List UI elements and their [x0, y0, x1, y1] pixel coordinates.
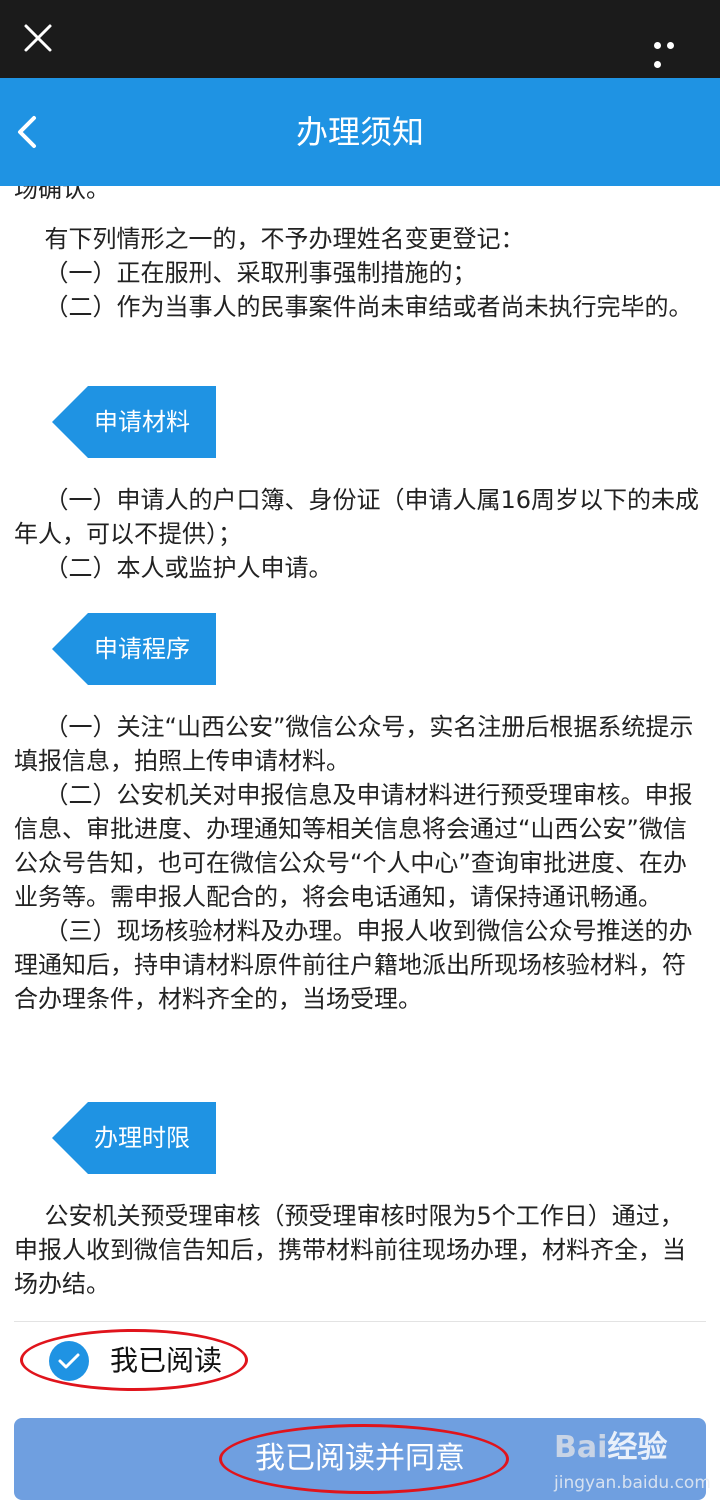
annotation-oval [219, 1424, 509, 1494]
section-tag-procedure: 申请程序 [52, 613, 216, 685]
procedure-text: （一）关注“山西公安”微信公众号，实名注册后根据系统提示填报信息，拍照上传申请材… [14, 713, 694, 1013]
clipped-text-line: 场确认。 [14, 186, 110, 203]
close-icon[interactable] [22, 22, 54, 54]
materials-text: （一）申请人的户口簿、身份证（申请人属16周岁以下的未成年人，可以不提供）； （… [14, 486, 700, 582]
read-confirm-row[interactable]: 我已阅读 [0, 1322, 720, 1400]
ineligible-conditions-text: 有下列情形之一的，不予办理姓名变更登记： （一）正在服刑、采取刑事强制措施的； … [44, 225, 693, 321]
section-tag-label: 申请材料 [94, 408, 190, 436]
annotation-oval [20, 1329, 248, 1391]
section-tag-label: 办理时限 [94, 1124, 190, 1152]
time-limit-text: 公安机关预受理审核（预受理审核时限为5个工作日）通过，申报人收到微信告知后，携带… [14, 1202, 686, 1298]
baidu-jingyan-watermark: Bai经验 jingyan.baidu.com [554, 1418, 720, 1510]
watermark-brand: Bai经验 [554, 1430, 668, 1465]
section-tag-materials: 申请材料 [52, 386, 216, 458]
section-tag-time-limit: 办理时限 [52, 1102, 216, 1174]
notice-content: 场确认。 有下列情形之一的，不予办理姓名变更登记： （一）正在服刑、采取刑事强制… [0, 186, 720, 1321]
browser-top-bar [0, 0, 720, 78]
watermark-url: jingyan.baidu.com [554, 1473, 711, 1493]
nav-bar: 办理须知 [0, 78, 720, 186]
more-icon[interactable] [654, 34, 690, 68]
section-tag-label: 申请程序 [94, 635, 190, 663]
page-title: 办理须知 [295, 113, 424, 151]
